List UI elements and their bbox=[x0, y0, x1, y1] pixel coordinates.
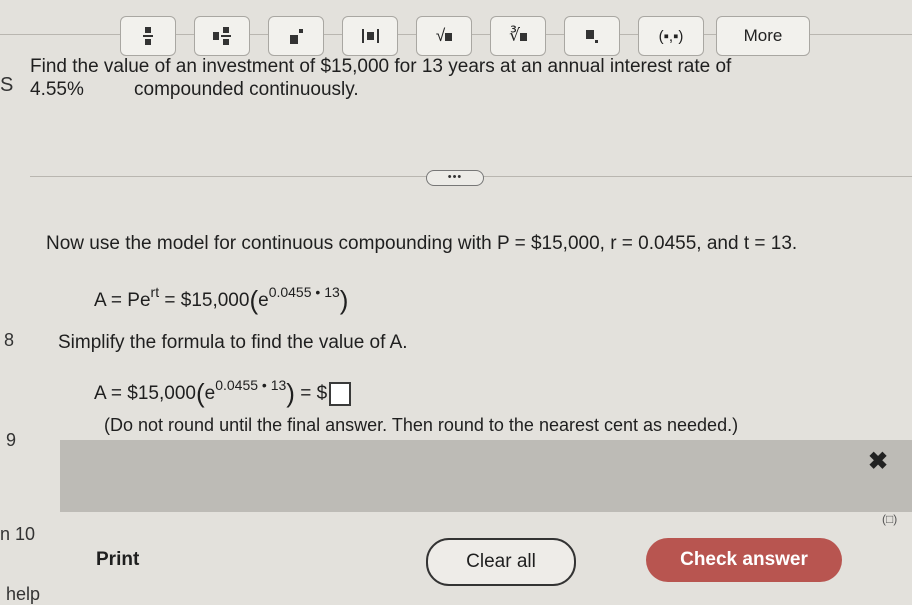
keyboard-icon[interactable]: (□) bbox=[882, 512, 897, 526]
more-button[interactable]: More bbox=[716, 16, 810, 56]
formula-eq-2: = $ bbox=[294, 383, 328, 404]
mixed-number-button[interactable] bbox=[194, 16, 250, 56]
formula-eq: = $15,000 bbox=[159, 290, 250, 311]
math-toolbar bbox=[60, 440, 912, 512]
clear-all-button[interactable]: Clear all bbox=[426, 538, 576, 586]
left-edge-s: S bbox=[0, 74, 14, 96]
fraction-icon bbox=[143, 27, 153, 45]
ordered-pair-button[interactable]: (▪,▪) bbox=[638, 16, 704, 56]
left-edge-10: n 10 bbox=[0, 524, 36, 544]
expand-button[interactable]: ••• bbox=[426, 170, 484, 186]
ordered-pair-icon: (▪,▪) bbox=[658, 27, 684, 45]
print-button[interactable]: Print bbox=[96, 538, 176, 582]
formula-e: e bbox=[258, 290, 269, 311]
answer-input[interactable] bbox=[329, 381, 352, 406]
close-icon[interactable]: ✖ bbox=[868, 447, 888, 476]
formula-lhs: A = $15,000 bbox=[94, 383, 196, 404]
paren-right: ) bbox=[339, 285, 349, 315]
square-root-icon: √ bbox=[436, 26, 453, 46]
exponent-button[interactable] bbox=[268, 16, 324, 56]
subscript-button[interactable] bbox=[564, 16, 620, 56]
absolute-value-icon bbox=[361, 29, 379, 43]
nth-root-button[interactable]: ∛ bbox=[490, 16, 546, 56]
check-answer-button[interactable]: Check answer bbox=[646, 538, 842, 582]
step2-intro: Simplify the formula to find the value o… bbox=[58, 332, 408, 353]
formula-e-2: e bbox=[204, 383, 216, 404]
fraction-button[interactable] bbox=[120, 16, 176, 56]
step1-intro: Now use the model for continuous compoun… bbox=[46, 233, 798, 254]
square-root-button[interactable]: √ bbox=[416, 16, 472, 56]
paren-left: ( bbox=[249, 285, 259, 315]
question-line-2: compounded continuously. bbox=[134, 79, 359, 100]
question-rate: 4.55% bbox=[30, 79, 84, 100]
subscript-icon bbox=[586, 29, 598, 43]
step1-formula: A = Pert = $15,000(e0.0455 • 13) bbox=[94, 282, 349, 315]
paren-right-2: ) bbox=[286, 378, 295, 408]
absolute-value-button[interactable] bbox=[342, 16, 398, 56]
left-edge-9: 9 bbox=[6, 430, 17, 450]
exponent-icon bbox=[289, 28, 303, 44]
step2-formula: A = $15,000(e0.0455 • 13) = $ bbox=[94, 375, 352, 408]
formula-exp: 0.0455 • 13 bbox=[268, 284, 340, 300]
step2-instruction: (Do not round until the final answer. Th… bbox=[104, 415, 739, 435]
nth-root-icon: ∛ bbox=[509, 26, 527, 46]
mixed-number-icon bbox=[213, 27, 231, 45]
paren-left-2: ( bbox=[195, 378, 205, 408]
formula-exp-2: 0.0455 • 13 bbox=[215, 377, 287, 393]
left-edge-8: 8 bbox=[4, 330, 15, 350]
question-line-1: Find the value of an investment of $15,0… bbox=[30, 56, 732, 77]
left-edge-help: help bbox=[6, 584, 41, 604]
formula-base: A = Pe bbox=[94, 290, 151, 311]
formula-rt: rt bbox=[150, 284, 160, 300]
